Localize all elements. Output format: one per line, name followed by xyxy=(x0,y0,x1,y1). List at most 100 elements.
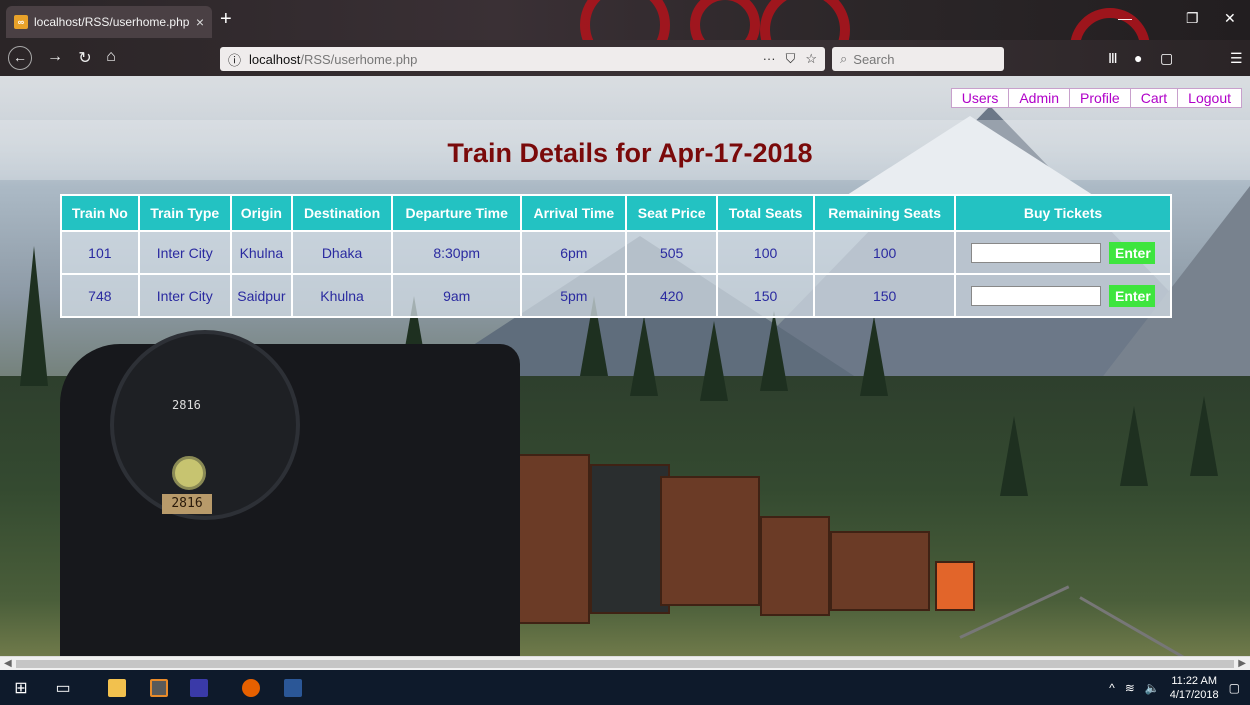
total-seats-cell: 100 xyxy=(715,230,816,275)
column-header: Remaining Seats xyxy=(813,194,956,232)
bookmark-star-icon[interactable]: ☆ xyxy=(805,51,817,67)
snowplow xyxy=(935,561,975,611)
column-header: Train Type xyxy=(137,194,232,232)
table-row: 101 Inter City Khulna Dhaka 8:30pm 6pm 5… xyxy=(60,230,1172,275)
firefox-icon[interactable] xyxy=(232,670,270,705)
top-nav: Users Admin Profile Cart Logout xyxy=(950,88,1242,108)
nav-link-cart[interactable]: Cart xyxy=(1131,89,1179,107)
minimize-icon[interactable]: — xyxy=(1118,10,1132,26)
scroll-left-icon[interactable]: ◀ xyxy=(4,657,12,671)
ticket-quantity-input[interactable] xyxy=(971,285,1101,306)
word-icon[interactable] xyxy=(274,670,312,705)
seat-price-cell: 420 xyxy=(625,273,718,318)
ticket-quantity-input[interactable] xyxy=(971,242,1101,263)
enter-button[interactable]: Enter xyxy=(1109,284,1155,307)
url-bar[interactable]: ⓘ localhost/RSS/userhome.php ··· ⛉ ☆ xyxy=(220,47,825,71)
train-no-cell: 101 xyxy=(60,230,140,275)
site-info-icon[interactable]: ⓘ xyxy=(228,50,241,69)
network-icon[interactable]: ≋ xyxy=(1125,681,1135,695)
column-header: Departure Time xyxy=(391,194,523,232)
url-path: /RSS/userhome.php xyxy=(300,51,418,67)
pine-tree xyxy=(630,316,658,396)
buy-tickets-cell: Enter xyxy=(954,273,1172,318)
total-seats-cell: 150 xyxy=(715,273,816,318)
clock-date: 4/17/2018 xyxy=(1169,688,1219,701)
destination-cell: Dhaka xyxy=(290,230,394,275)
pine-tree xyxy=(1120,406,1148,486)
site-favicon-icon: ∞ xyxy=(14,15,28,29)
action-center-icon[interactable]: ▢ xyxy=(1229,681,1240,695)
clock[interactable]: 11:22 AM 4/17/2018 xyxy=(1170,674,1219,702)
page-actions-icon[interactable]: ··· xyxy=(763,51,776,67)
pocket-icon[interactable]: ⛉ xyxy=(786,51,796,67)
locomotive-number: 2816 xyxy=(172,398,201,412)
train-no-cell: 748 xyxy=(60,273,140,318)
pine-tree xyxy=(700,321,728,401)
remaining-seats-cell: 150 xyxy=(813,273,956,318)
column-header: Arrival Time xyxy=(520,194,628,232)
system-tray: ^ ≋ 🔈 11:22 AM 4/17/2018 ▢ xyxy=(1109,670,1250,705)
pine-tree xyxy=(1190,396,1218,476)
home-icon[interactable]: ⌂ xyxy=(100,48,122,66)
decorative-ring xyxy=(760,0,850,40)
column-header: Total Seats xyxy=(715,194,816,232)
scrollbar-thumb[interactable] xyxy=(16,660,1234,668)
page-title: Train Details for Apr-17-2018 xyxy=(447,138,813,168)
table-row: 748 Inter City Saidpur Khulna 9am 5pm 42… xyxy=(60,273,1172,318)
browser-tab[interactable]: ∞ localhost/RSS/userhome.php × xyxy=(6,6,212,38)
new-tab-button[interactable]: + xyxy=(220,9,232,29)
sidebar-icon[interactable]: ▢ xyxy=(1160,50,1173,67)
horizontal-scrollbar[interactable]: ◀ ▶ xyxy=(0,656,1250,670)
column-header: Train No xyxy=(60,194,140,232)
browser-navbar: ← → ↻ ⌂ ⓘ localhost/RSS/userhome.php ···… xyxy=(0,40,1250,76)
back-icon[interactable]: ← xyxy=(8,46,32,70)
file-explorer-icon[interactable] xyxy=(98,670,136,705)
pine-tree xyxy=(1000,416,1028,496)
arrival-cell: 5pm xyxy=(520,273,628,318)
close-window-icon[interactable]: ✕ xyxy=(1224,10,1236,27)
library-icon[interactable]: Ⅲ xyxy=(1108,50,1118,67)
url-host: localhost xyxy=(249,51,301,67)
locomotive-smokebox xyxy=(110,330,300,520)
train-car xyxy=(590,464,670,614)
departure-cell: 9am xyxy=(391,273,523,318)
start-windows-icon[interactable]: ⊞ xyxy=(2,670,40,705)
seat-price-cell: 505 xyxy=(625,230,718,275)
column-header: Origin xyxy=(229,194,294,232)
train-car xyxy=(830,531,930,611)
search-icon: ⌕ xyxy=(840,51,848,66)
arrival-cell: 6pm xyxy=(520,230,628,275)
tab-close-icon[interactable]: × xyxy=(196,14,204,30)
nav-link-admin[interactable]: Admin xyxy=(1009,89,1071,107)
maximize-icon[interactable]: ❐ xyxy=(1186,10,1199,27)
task-view-icon[interactable]: ▭ xyxy=(44,670,82,705)
app-icon[interactable] xyxy=(180,670,218,705)
forward-icon[interactable]: → xyxy=(44,48,66,66)
windows-taskbar: ⊞ ▭ ^ ≋ 🔈 11:22 AM 4/17/2018 ▢ xyxy=(0,670,1250,705)
sublime-icon[interactable] xyxy=(140,670,178,705)
locomotive-headlight xyxy=(172,456,206,490)
reload-icon[interactable]: ↻ xyxy=(74,48,96,68)
nav-link-users[interactable]: Users xyxy=(952,89,1010,107)
decorative-ring xyxy=(690,0,760,40)
train-car xyxy=(760,516,830,616)
column-header: Seat Price xyxy=(625,194,718,232)
pine-tree xyxy=(20,246,48,386)
nav-link-profile[interactable]: Profile xyxy=(1070,89,1131,107)
tray-chevron-icon[interactable]: ^ xyxy=(1109,681,1115,695)
menu-icon[interactable]: ☰ xyxy=(1230,50,1243,67)
decorative-ring xyxy=(580,0,670,40)
origin-cell: Khulna xyxy=(229,230,294,275)
remaining-seats-cell: 100 xyxy=(813,230,956,275)
nav-link-logout[interactable]: Logout xyxy=(1178,89,1241,107)
search-input[interactable]: ⌕ Search xyxy=(832,47,1004,71)
origin-cell: Saidpur xyxy=(229,273,294,318)
column-header: Destination xyxy=(290,194,394,232)
enter-button[interactable]: Enter xyxy=(1109,241,1155,264)
volume-icon[interactable]: 🔈 xyxy=(1145,681,1160,695)
buy-tickets-cell: Enter xyxy=(954,230,1172,275)
extension-icon[interactable]: ● xyxy=(1134,50,1142,66)
scroll-right-icon[interactable]: ▶ xyxy=(1238,657,1246,671)
train-details-table: Train No Train Type Origin Destination D… xyxy=(60,194,1172,318)
train-type-cell: Inter City xyxy=(137,273,232,318)
